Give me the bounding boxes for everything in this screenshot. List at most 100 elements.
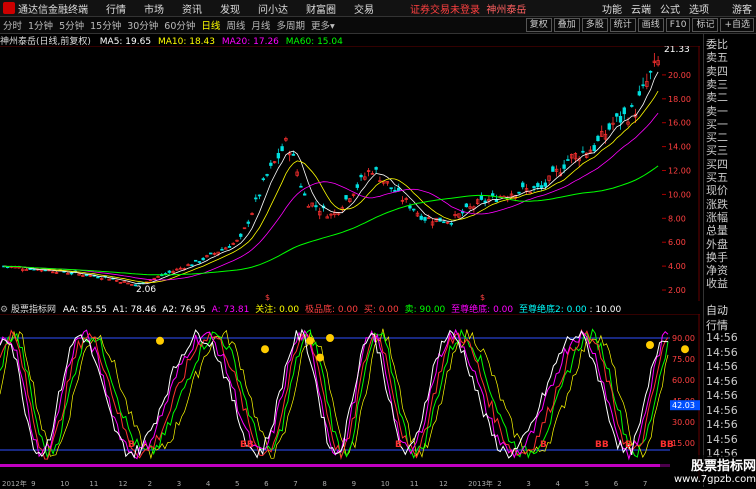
price-axis-label: 18.00 <box>668 95 691 104</box>
huaxian-button[interactable]: 画线 <box>637 18 664 32</box>
candle-body <box>464 203 469 208</box>
candle-body <box>397 187 401 191</box>
time-axis-label: 4 <box>206 480 211 487</box>
duogu-button[interactable]: 多股 <box>581 18 608 32</box>
candle-body <box>615 113 619 117</box>
indicator-svg[interactable]: BBBBBBBBBB 90.0075.0060.0045.0030.0015.0… <box>0 313 700 478</box>
low-annotation: 2.06 <box>136 285 156 295</box>
tab-monthly[interactable]: 月线 <box>251 18 270 32</box>
price-axis-label: 16.00 <box>668 119 691 128</box>
tick-time: 14:56 <box>706 389 738 402</box>
candle-body <box>261 178 265 181</box>
time-axis-label: 6 <box>264 480 269 487</box>
time-axis-label: 10 <box>381 480 390 487</box>
candle-body <box>96 276 100 279</box>
time-axis-label: 2012年 <box>2 479 27 487</box>
menu-caifuquan[interactable]: 财富圈 <box>306 1 336 16</box>
candle-body <box>359 174 363 178</box>
event-marker: $ <box>265 293 270 301</box>
candle-body <box>423 217 427 221</box>
time-axis-label: 9 <box>352 480 356 487</box>
time-axis-label: 12 <box>439 480 448 487</box>
indicator-line <box>0 328 669 460</box>
title-bar: 通达信金融终端 行情 市场 资讯 发现 问小达 财富圈 交易 证券交易未登录 神… <box>0 0 756 17</box>
tab-30min[interactable]: 30分钟 <box>127 18 158 32</box>
time-axis-label: 9 <box>31 480 35 487</box>
tab-1min[interactable]: 1分钟 <box>28 18 53 32</box>
menu-gongneng[interactable]: 功能 <box>602 1 622 16</box>
tab-daily[interactable]: 日线 <box>201 18 220 32</box>
candle-body <box>303 193 307 196</box>
price-axis-label: 12.00 <box>668 167 691 176</box>
menu-shichang[interactable]: 市场 <box>144 1 164 16</box>
candle-body <box>562 164 566 169</box>
candle-body <box>566 159 570 161</box>
tab-multi-period[interactable]: 多周期 <box>276 18 305 32</box>
indicator-line <box>0 328 669 461</box>
tab-5min[interactable]: 5分钟 <box>59 18 84 32</box>
buy-signal-marker: BB <box>240 440 254 450</box>
fuquan-button[interactable]: 复权 <box>525 18 552 32</box>
high-annotation: 21.33 <box>664 46 690 55</box>
tongji-button[interactable]: 统计 <box>609 18 636 32</box>
candle-body <box>592 145 596 151</box>
candle-body <box>536 183 540 188</box>
candle-body <box>257 194 262 197</box>
candle-body <box>239 233 243 237</box>
candlesticks <box>2 52 660 287</box>
tab-more[interactable]: 更多▾ <box>311 18 335 32</box>
app-name: 通达信金融终端 <box>18 4 88 16</box>
buy-signal-marker: B <box>395 440 402 450</box>
candle-body <box>254 197 258 200</box>
biaoji-button[interactable]: 标记 <box>692 18 719 32</box>
menu-yunduan[interactable]: 云端 <box>631 1 651 16</box>
candle-body <box>220 248 224 251</box>
quote-sidebar: 委比 卖五 卖四 卖三 卖二 卖一 买一 买二 买三 买四 买五 现价 涨跌 涨幅 总量 外盘 换手 净资 收益 自动… <box>703 34 756 487</box>
smiley-icon <box>306 336 314 345</box>
ma20-line <box>3 112 659 281</box>
tick-time: 14:56 <box>706 374 738 388</box>
candle-body <box>265 174 269 176</box>
tab-60min[interactable]: 60分钟 <box>164 18 195 32</box>
menu-zixun[interactable]: 资讯 <box>182 1 202 16</box>
menu-gongshi[interactable]: 公式 <box>660 1 680 16</box>
time-axis-label: 5 <box>235 480 239 487</box>
diejia-button[interactable]: 叠加 <box>553 18 580 32</box>
candle-body <box>630 105 634 107</box>
tab-15min[interactable]: 15分钟 <box>90 18 121 32</box>
menu-faxian[interactable]: 发现 <box>220 1 240 16</box>
menu-jiaoyi[interactable]: 交易 <box>354 1 374 16</box>
price-axis-label: 20.00 <box>668 71 691 80</box>
time-axis-label: 4 <box>555 480 560 487</box>
candle-body <box>167 270 171 273</box>
indicator-chart[interactable]: BBBBBBBBBB 90.0075.0060.0045.0030.0015.0… <box>0 313 700 478</box>
add-favorite-button[interactable]: +自选 <box>720 18 754 32</box>
candle-body <box>517 191 521 194</box>
menu-wenxiaoda[interactable]: 问小达 <box>258 1 288 16</box>
tab-fenshi[interactable]: 分时 <box>3 18 22 32</box>
candle-body <box>344 195 348 200</box>
login-status[interactable]: 证券交易未登录 神州泰岳 <box>410 1 526 16</box>
buy-signal-marker: B <box>625 440 632 450</box>
candle-body <box>408 205 412 209</box>
f10-button[interactable]: F10 <box>665 18 691 32</box>
kline-chart[interactable]: 20.00 18.00 16.00 14.00 12.00 10.00 8.00 6.00 4.… <box>0 45 700 302</box>
menu-xuanxiang[interactable]: 选项 <box>689 1 709 16</box>
candle-body <box>269 162 273 166</box>
menu-hangqing[interactable]: 行情 <box>106 1 126 16</box>
smiley-icon <box>681 345 689 354</box>
time-axis-label: 2 <box>497 480 501 487</box>
smiley-icon <box>326 334 334 342</box>
candle-body <box>491 193 495 196</box>
price-axis-label: 6.00 <box>668 238 686 247</box>
tab-weekly[interactable]: 周线 <box>226 18 245 32</box>
time-axis-label: 10 <box>60 480 69 487</box>
candle-body <box>648 70 653 73</box>
tick-time: 14:56 <box>706 418 738 431</box>
candle-body <box>551 166 555 172</box>
kline-svg[interactable]: 20.00 18.00 16.00 14.00 12.00 10.00 8.00 6.00 4.… <box>0 45 700 302</box>
menu-youke[interactable]: 游客 <box>732 1 752 16</box>
tick-time: 14:56 <box>706 403 738 417</box>
candle-body <box>227 246 232 248</box>
price-axis-label: 10.00 <box>668 190 691 199</box>
